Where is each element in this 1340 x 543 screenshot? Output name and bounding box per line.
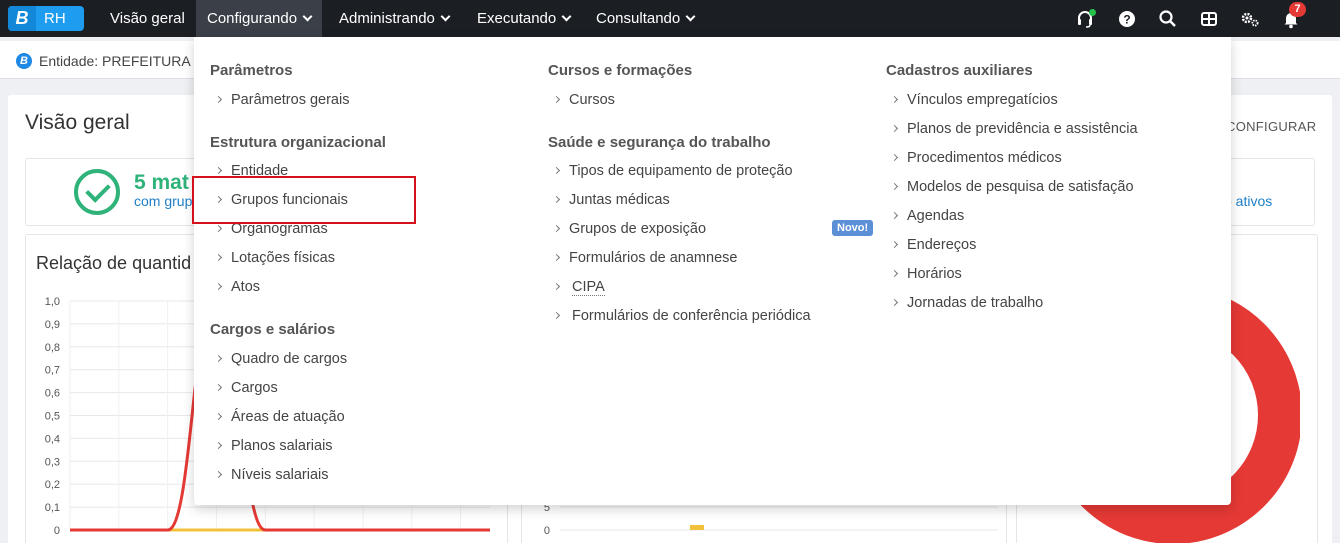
menu-item-atos[interactable]: Atos bbox=[210, 277, 260, 297]
nav-visao-geral[interactable]: Visão geral bbox=[99, 0, 196, 37]
nav-executando[interactable]: Executando bbox=[466, 0, 581, 37]
chevron-down-icon bbox=[561, 11, 572, 22]
chevron-right-icon bbox=[214, 224, 223, 233]
chevron-right-icon bbox=[890, 269, 899, 278]
section-title-parametros: Parâmetros bbox=[210, 62, 293, 79]
check-circle-icon bbox=[74, 169, 120, 215]
nav-administrando[interactable]: Administrando bbox=[328, 0, 460, 37]
y-tick-label: 0 bbox=[54, 525, 60, 537]
online-status-dot bbox=[1089, 9, 1096, 16]
bar bbox=[690, 525, 704, 530]
search-icon[interactable] bbox=[1158, 9, 1178, 29]
stat-number: 5 mat bbox=[134, 171, 189, 194]
menu-item-horarios[interactable]: Horários bbox=[886, 264, 962, 284]
stat-active-link[interactable]: o ativos bbox=[1224, 193, 1272, 209]
help-icon[interactable]: ? bbox=[1117, 9, 1137, 29]
chevron-right-icon bbox=[552, 95, 561, 104]
configurando-dropdown-menu: Parâmetros Parâmetros gerais Estrutura o… bbox=[194, 37, 1231, 505]
section-title-saude: Saúde e segurança do trabalho bbox=[548, 134, 771, 151]
top-navbar: B RH Visão geral Configurando Administra… bbox=[0, 0, 1340, 37]
menu-item-tipos-equipamento[interactable]: Tipos de equipamento de proteção bbox=[548, 161, 793, 181]
chevron-right-icon bbox=[552, 282, 561, 291]
y-tick-label: 0,7 bbox=[45, 365, 60, 377]
logo-text: RH bbox=[44, 10, 66, 27]
y-tick-label: 0,2 bbox=[45, 479, 60, 491]
apps-grid-icon[interactable] bbox=[1199, 9, 1219, 29]
y-tick-label: 1,0 bbox=[45, 296, 60, 308]
chevron-right-icon bbox=[552, 311, 561, 320]
menu-item-quadro-de-cargos[interactable]: Quadro de cargos bbox=[210, 349, 347, 369]
y-tick-label: 0,4 bbox=[45, 433, 60, 445]
menu-item-grupos-de-exposicao[interactable]: Grupos de exposição bbox=[548, 219, 706, 239]
menu-item-agendas[interactable]: Agendas bbox=[886, 206, 964, 226]
section-title-cargos: Cargos e salários bbox=[210, 321, 336, 338]
new-badge: Novo! bbox=[832, 220, 874, 236]
menu-item-areas-de-atuacao[interactable]: Áreas de atuação bbox=[210, 407, 345, 427]
menu-item-vinculos[interactable]: Vínculos empregatícios bbox=[886, 90, 1058, 110]
chevron-right-icon bbox=[214, 354, 223, 363]
section-title-estrutura: Estrutura organizacional bbox=[210, 134, 386, 151]
chevron-right-icon bbox=[214, 383, 223, 392]
notification-count-badge: 7 bbox=[1289, 2, 1306, 17]
menu-item-planos-previdencia[interactable]: Planos de previdência e assistência bbox=[886, 119, 1138, 139]
highlight-annotation bbox=[192, 176, 416, 224]
chevron-right-icon bbox=[890, 153, 899, 162]
entity-logo-icon: B bbox=[16, 53, 32, 69]
settings-icon[interactable] bbox=[1240, 9, 1260, 29]
section-title-cursos: Cursos e formações bbox=[548, 62, 693, 79]
menu-item-parametros-gerais[interactable]: Parâmetros gerais bbox=[210, 90, 349, 110]
svg-text:?: ? bbox=[1123, 13, 1130, 27]
y-tick-label: 0,1 bbox=[45, 502, 60, 514]
y-tick-label: 0,8 bbox=[45, 342, 60, 354]
y-tick-label: 0 bbox=[544, 525, 550, 537]
chevron-right-icon bbox=[890, 211, 899, 220]
chevron-right-icon bbox=[214, 95, 223, 104]
menu-item-modelos-pesquisa[interactable]: Modelos de pesquisa de satisfação bbox=[886, 177, 1134, 197]
menu-item-procedimentos-medicos[interactable]: Procedimentos médicos bbox=[886, 148, 1062, 168]
menu-item-cargos[interactable]: Cargos bbox=[210, 378, 278, 398]
chevron-right-icon bbox=[890, 240, 899, 249]
y-tick-label: 0,6 bbox=[45, 388, 60, 400]
nav-configurando[interactable]: Configurando bbox=[196, 0, 323, 37]
chevron-right-icon bbox=[890, 298, 899, 307]
menu-item-formularios-conferencia[interactable]: Formulários de conferência periódica bbox=[548, 306, 811, 326]
menu-item-formularios-anamnese[interactable]: Formulários de anamnese bbox=[548, 248, 737, 268]
chevron-right-icon bbox=[214, 441, 223, 450]
chevron-down-icon bbox=[440, 11, 451, 22]
nav-consultando[interactable]: Consultando bbox=[585, 0, 705, 37]
app-logo[interactable]: B RH bbox=[8, 6, 84, 31]
configure-link[interactable]: CONFIGURAR bbox=[1226, 119, 1316, 134]
chevron-right-icon bbox=[552, 253, 561, 262]
chevron-right-icon bbox=[552, 195, 561, 204]
menu-item-niveis-salariais[interactable]: Níveis salariais bbox=[210, 465, 329, 485]
menu-item-juntas-medicas[interactable]: Juntas médicas bbox=[548, 190, 670, 210]
chevron-right-icon bbox=[552, 224, 561, 233]
section-title-cadastros: Cadastros auxiliares bbox=[886, 62, 1033, 79]
chevron-right-icon bbox=[214, 166, 223, 175]
stat-sub-link[interactable]: com grup bbox=[134, 193, 192, 209]
chevron-right-icon bbox=[214, 253, 223, 262]
chevron-right-icon bbox=[890, 124, 899, 133]
menu-item-planos-salariais[interactable]: Planos salariais bbox=[210, 436, 333, 456]
chevron-right-icon bbox=[890, 95, 899, 104]
menu-item-enderecos[interactable]: Endereços bbox=[886, 235, 976, 255]
menu-item-lotacoes-fisicas[interactable]: Lotações físicas bbox=[210, 248, 335, 268]
logo-letter: B bbox=[8, 6, 36, 31]
menu-item-cursos[interactable]: Cursos bbox=[548, 90, 615, 110]
chevron-down-icon bbox=[685, 11, 696, 22]
menu-item-cipa[interactable]: CIPA bbox=[548, 277, 605, 297]
y-tick-label: 0,9 bbox=[45, 319, 60, 331]
entity-label[interactable]: Entidade: PREFEITURA D bbox=[39, 53, 204, 69]
chart-title: Relação de quantid bbox=[36, 253, 192, 273]
menu-item-jornadas[interactable]: Jornadas de trabalho bbox=[886, 293, 1043, 313]
chevron-right-icon bbox=[214, 470, 223, 479]
chevron-right-icon bbox=[214, 282, 223, 291]
chevron-right-icon bbox=[214, 412, 223, 421]
chevron-down-icon bbox=[302, 11, 313, 22]
y-tick-label: 0,3 bbox=[45, 456, 60, 468]
y-tick-label: 0,5 bbox=[45, 411, 60, 423]
chevron-right-icon bbox=[890, 182, 899, 191]
chevron-right-icon bbox=[552, 166, 561, 175]
page-title: Visão geral bbox=[25, 111, 130, 134]
